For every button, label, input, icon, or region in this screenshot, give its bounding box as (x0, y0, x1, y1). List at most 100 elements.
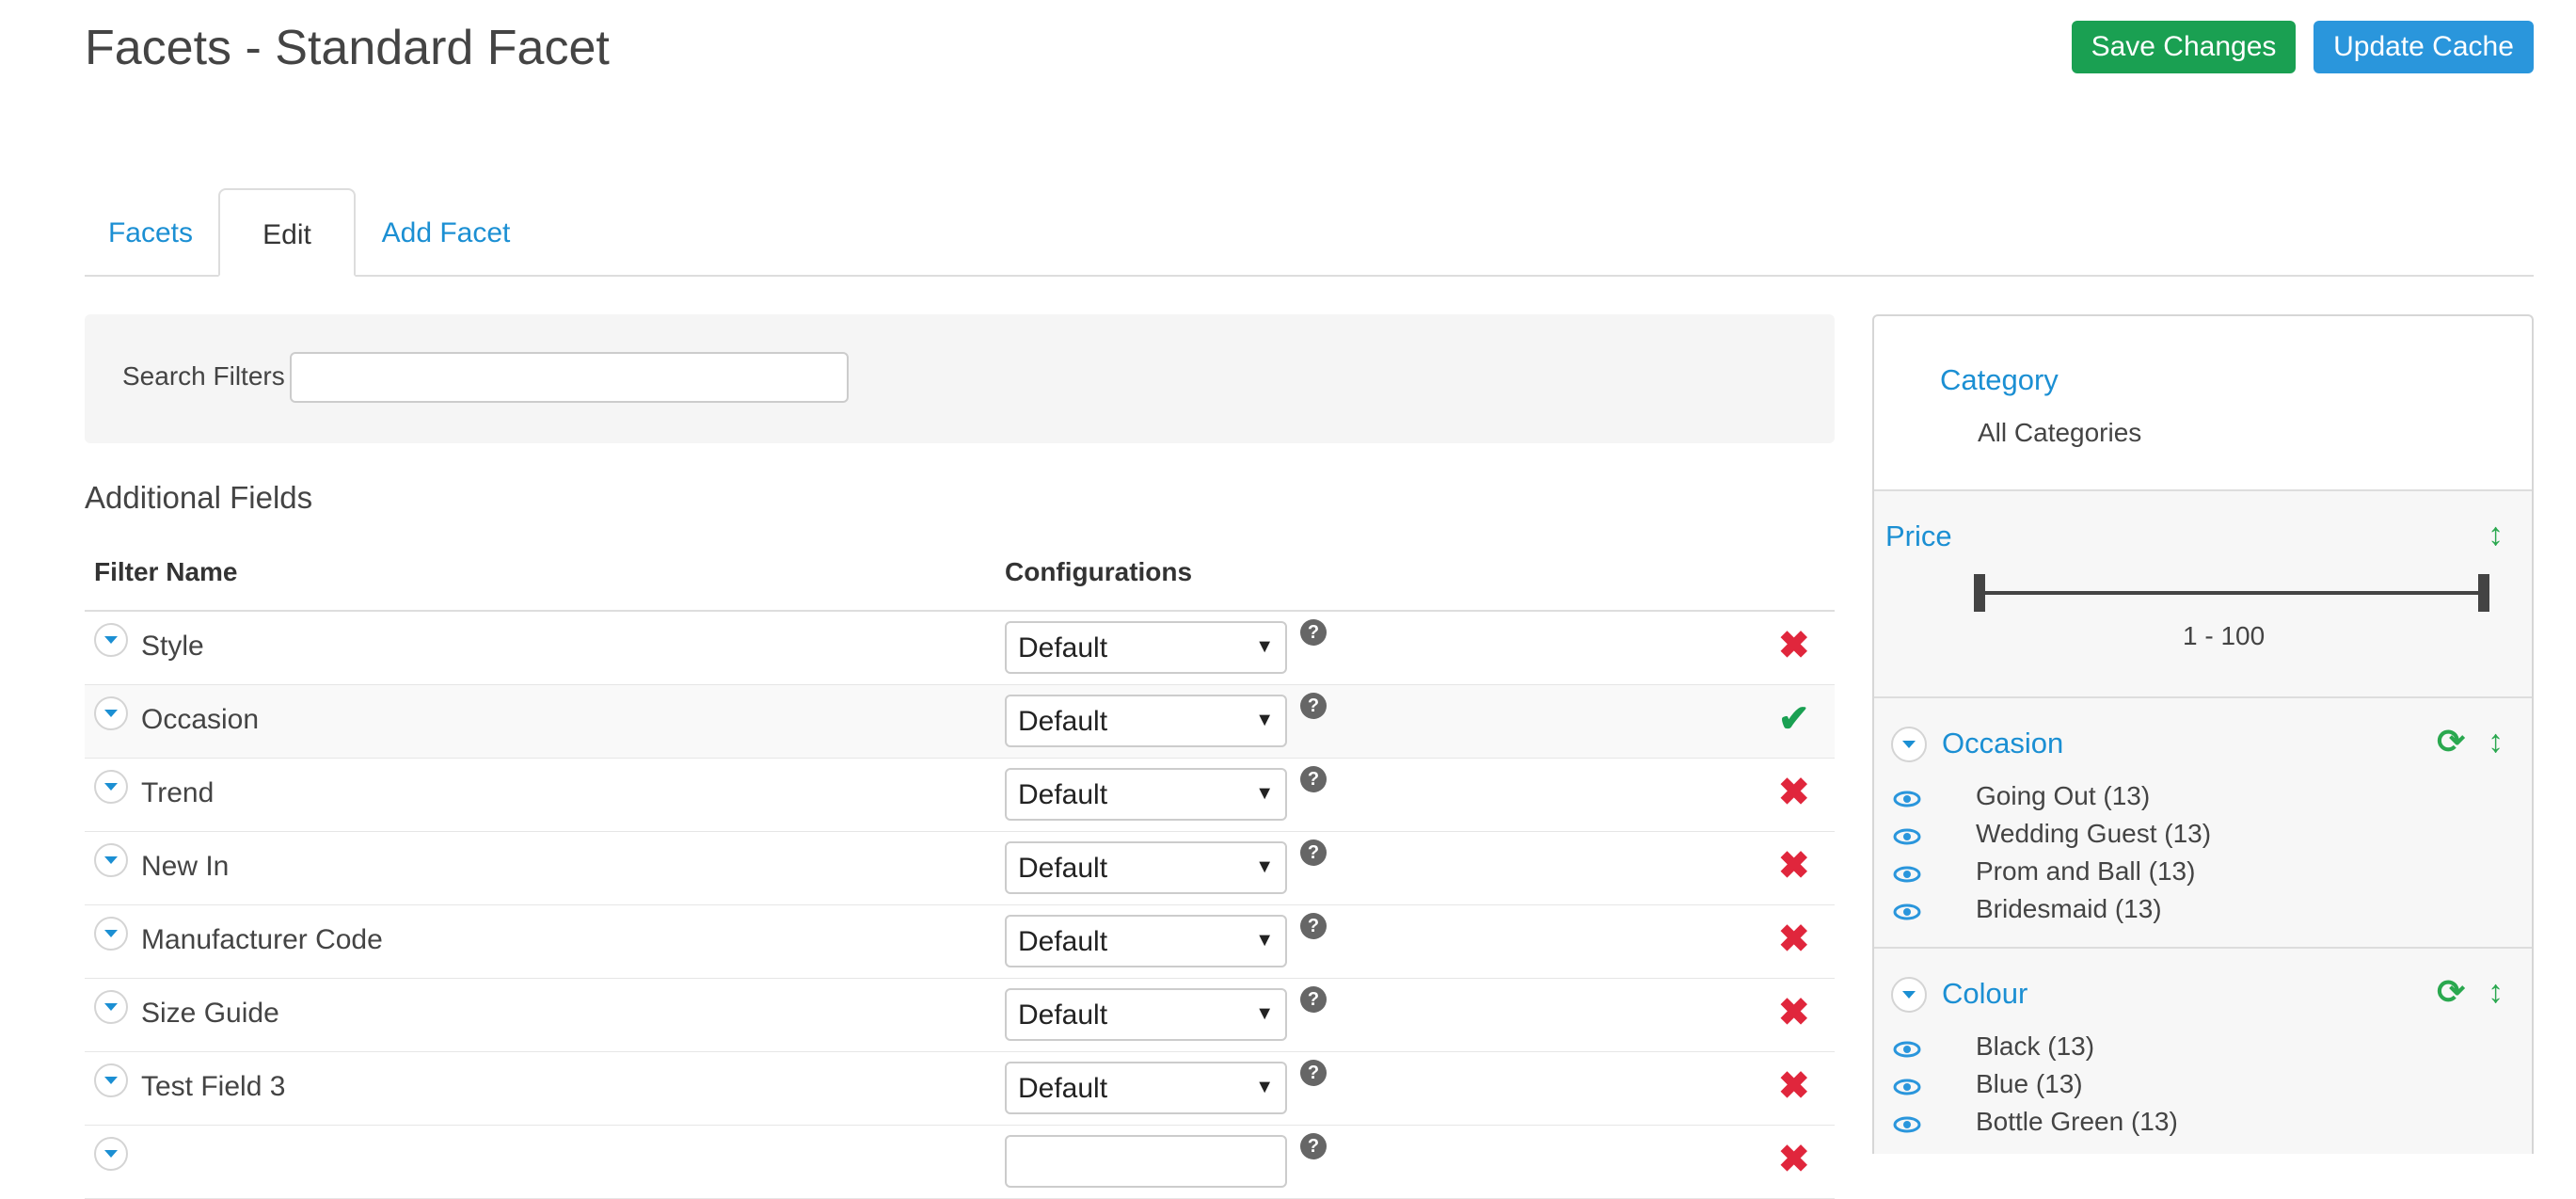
disabled-x-icon[interactable]: ✖ (1778, 919, 1810, 960)
help-icon[interactable]: ? (1300, 986, 1327, 1013)
help-icon[interactable]: ? (1300, 839, 1327, 866)
configuration-select[interactable]: Default ▼ (1005, 841, 1287, 894)
occasion-item: Prom and Ball (13) (1976, 856, 2196, 886)
configuration-select[interactable] (1005, 1135, 1287, 1188)
price-slider-max-handle[interactable] (2478, 574, 2489, 612)
help-icon[interactable]: ? (1300, 619, 1327, 646)
filter-name: Occasion (141, 704, 260, 735)
tab-facets[interactable]: Facets (85, 188, 216, 277)
help-icon[interactable]: ? (1300, 1060, 1327, 1086)
table-row: Trend Default ▼ ? ✖ (85, 759, 1835, 832)
filter-name: Trend (141, 777, 215, 808)
filter-name: Manufacturer Code (141, 924, 383, 955)
price-slider-min-handle[interactable] (1974, 574, 1985, 612)
expand-caret-icon[interactable] (94, 696, 128, 730)
select-value: Default (1018, 779, 1108, 810)
help-icon[interactable]: ? (1300, 693, 1327, 719)
price-slider-track (1978, 591, 2482, 595)
preview-price-section: Price ↕ 1 - 100 (1874, 491, 2532, 698)
page-title: Facets - Standard Facet (85, 21, 610, 75)
configuration-select[interactable]: Default ▼ (1005, 768, 1287, 821)
occasion-item: Going Out (13) (1976, 781, 2151, 810)
up-down-arrow-icon[interactable]: ↕ (2488, 723, 2504, 760)
table-row: New In Default ▼ ? ✖ (85, 832, 1835, 905)
colour-item: Black (13) (1976, 1031, 2095, 1061)
eye-icon[interactable] (1893, 791, 1921, 807)
filter-name: New In (141, 851, 230, 882)
disabled-x-icon[interactable]: ✖ (1778, 772, 1810, 813)
select-value: Default (1018, 926, 1108, 957)
select-arrow-icon: ▼ (1255, 636, 1274, 657)
eye-icon[interactable] (1893, 1041, 1921, 1058)
column-header-filter-name: Filter Name (94, 557, 238, 586)
configuration-select[interactable]: Default ▼ (1005, 695, 1287, 747)
table-row: Test Field 3 Default ▼ ? ✖ (85, 1052, 1835, 1126)
filter-name: Test Field 3 (141, 1071, 286, 1102)
table-row: Occasion Default ▼ ? ✔ (85, 685, 1835, 759)
column-header-configurations: Configurations (1005, 557, 1193, 586)
help-icon[interactable]: ? (1300, 1133, 1327, 1159)
expand-caret-icon[interactable] (94, 990, 128, 1024)
tab-edit[interactable]: Edit (218, 188, 356, 277)
occasion-caret-icon[interactable] (1891, 727, 1927, 762)
select-value: Default (1018, 1073, 1108, 1104)
select-arrow-icon: ▼ (1255, 856, 1274, 877)
colour-title[interactable]: Colour (1942, 977, 2027, 1011)
select-arrow-icon: ▼ (1255, 710, 1274, 730)
eye-icon[interactable] (1893, 903, 1921, 920)
configuration-select[interactable]: Default ▼ (1005, 1062, 1287, 1114)
occasion-item: Wedding Guest (13) (1976, 819, 2212, 848)
category-value: All Categories (1978, 418, 2142, 447)
expand-caret-icon[interactable] (94, 1137, 128, 1171)
select-value: Default (1018, 706, 1108, 737)
configuration-select[interactable]: Default ▼ (1005, 915, 1287, 967)
refresh-icon[interactable]: ⟳ (2437, 973, 2465, 1011)
disabled-x-icon[interactable]: ✖ (1778, 845, 1810, 887)
table-row: Size Guide Default ▼ ? ✖ (85, 979, 1835, 1052)
select-value: Default (1018, 999, 1108, 1031)
disabled-x-icon[interactable]: ✖ (1778, 992, 1810, 1033)
colour-item: Blue (13) (1976, 1069, 2083, 1098)
disabled-x-icon[interactable]: ✖ (1778, 625, 1810, 666)
search-panel: Search Filters (85, 314, 1835, 443)
filter-name: Size Guide (141, 998, 279, 1029)
price-title[interactable]: Price (1885, 520, 1952, 553)
configuration-select[interactable]: Default ▼ (1005, 988, 1287, 1041)
eye-icon[interactable] (1893, 866, 1921, 883)
preview-category-section: Category All Categories (1874, 316, 2532, 491)
help-icon[interactable]: ? (1300, 766, 1327, 792)
tab-add-facet[interactable]: Add Facet (361, 188, 531, 277)
preview-colour-section: Colour ⟳ ↕ Black (13) Blue (13) Bottle G… (1874, 949, 2532, 1154)
preview-occasion-section: Occasion ⟳ ↕ Going Out (13) Wedding Gues… (1874, 698, 2532, 949)
eye-icon[interactable] (1893, 1116, 1921, 1133)
configuration-select[interactable]: Default ▼ (1005, 621, 1287, 674)
save-changes-button[interactable]: Save Changes (2072, 21, 2296, 73)
select-arrow-icon: ▼ (1255, 1077, 1274, 1097)
occasion-title[interactable]: Occasion (1942, 727, 2063, 760)
eye-icon[interactable] (1893, 828, 1921, 845)
table-row: ? ✖ (85, 1126, 1835, 1199)
select-arrow-icon: ▼ (1255, 1003, 1274, 1024)
up-down-arrow-icon[interactable]: ↕ (2488, 516, 2504, 553)
colour-caret-icon[interactable] (1891, 977, 1927, 1013)
expand-caret-icon[interactable] (94, 1063, 128, 1097)
disabled-x-icon[interactable]: ✖ (1778, 1065, 1810, 1107)
expand-caret-icon[interactable] (94, 917, 128, 951)
expand-caret-icon[interactable] (94, 770, 128, 804)
enabled-check-icon[interactable]: ✔ (1778, 698, 1810, 740)
category-title[interactable]: Category (1940, 363, 2059, 397)
select-value: Default (1018, 632, 1108, 663)
price-range: 1 - 100 (2183, 621, 2266, 650)
up-down-arrow-icon[interactable]: ↕ (2488, 973, 2504, 1011)
expand-caret-icon[interactable] (94, 623, 128, 657)
expand-caret-icon[interactable] (94, 843, 128, 877)
refresh-icon[interactable]: ⟳ (2437, 723, 2465, 760)
table-row: Manufacturer Code Default ▼ ? ✖ (85, 905, 1835, 979)
update-cache-button[interactable]: Update Cache (2314, 21, 2534, 73)
select-arrow-icon: ▼ (1255, 783, 1274, 804)
search-filters-input[interactable] (290, 352, 849, 403)
eye-icon[interactable] (1893, 1079, 1921, 1095)
colour-item: Bottle Green (13) (1976, 1107, 2178, 1136)
disabled-x-icon[interactable]: ✖ (1778, 1139, 1810, 1180)
help-icon[interactable]: ? (1300, 913, 1327, 939)
